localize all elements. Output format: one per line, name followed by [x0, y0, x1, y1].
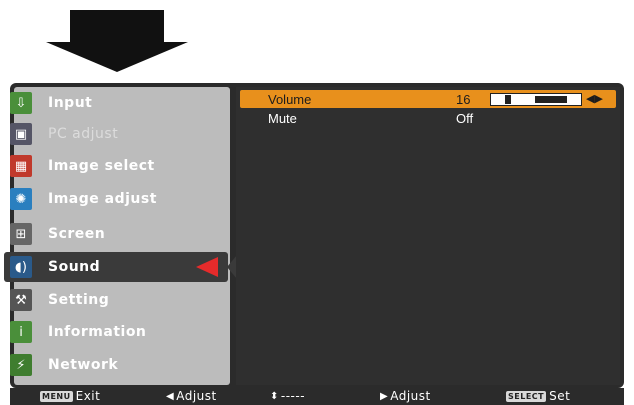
sidebar-item-information[interactable]: i Information: [4, 317, 228, 347]
sidebar-item-label: Screen: [48, 226, 106, 242]
volume-label: Volume: [268, 91, 312, 107]
sidebar-item-label: Setting: [48, 292, 110, 308]
sidebar-item-screen[interactable]: ⊞ Screen: [4, 219, 228, 249]
input-icon: ⇩: [10, 92, 32, 114]
menu-key-icon: MENU: [40, 390, 73, 402]
left-right-arrows-icon: ◀▶: [586, 93, 603, 105]
volume-row[interactable]: Volume 16 ◀▶: [240, 90, 616, 108]
sidebar-item-pc-adjust[interactable]: ▣ PC adjust: [4, 119, 228, 149]
sidebar-item-label: Input: [48, 95, 93, 111]
down-arrow-indicator: [46, 10, 188, 72]
sidebar-item-input[interactable]: ⇩ Input: [4, 88, 228, 118]
mute-value: Off: [456, 110, 474, 126]
footer-exit-label: Exit: [75, 389, 101, 403]
information-icon: i: [10, 321, 32, 343]
sidebar-item-image-adjust[interactable]: ✺ Image adjust: [4, 184, 228, 214]
footer-help-bar: MENU Exit ◀ Adjust ⬍ ----- ▶ Adjust SELE…: [10, 388, 624, 405]
footer-adjust-right: ▶ Adjust: [380, 389, 431, 403]
sidebar-item-label: Image select: [48, 158, 155, 174]
sidebar-item-label: Network: [48, 357, 119, 373]
footer-exit: MENU Exit: [40, 389, 100, 403]
sidebar-item-label: Image adjust: [48, 191, 157, 207]
arrow-head: [46, 42, 188, 72]
sidebar-item-network[interactable]: ⚡ Network: [4, 350, 228, 380]
left-arrow-icon: ◀: [166, 390, 175, 402]
right-arrow-icon: ▶: [380, 390, 389, 402]
select-key-icon: SELECT: [506, 390, 547, 402]
screen-icon: ⊞: [10, 223, 32, 245]
network-icon: ⚡: [10, 354, 32, 376]
image-select-icon: ▦: [10, 155, 32, 177]
footer-adjust-left: ◀ Adjust: [166, 389, 217, 403]
sidebar-item-label: PC adjust: [48, 126, 119, 142]
sidebar-item-label: Information: [48, 324, 147, 340]
mute-row[interactable]: Mute Off: [240, 109, 616, 127]
footer-updown-label: -----: [280, 389, 306, 403]
volume-value: 16: [456, 91, 471, 107]
sidebar-item-sound[interactable]: ◖) Sound: [4, 252, 228, 282]
footer-updown: ⬍ -----: [270, 389, 305, 403]
up-down-arrow-icon: ⬍: [270, 390, 279, 402]
footer-set-label: Set: [549, 389, 571, 403]
image-adjust-icon: ✺: [10, 188, 32, 210]
sidebar-item-image-select[interactable]: ▦ Image select: [4, 151, 228, 181]
footer-adjust-right-label: Adjust: [390, 389, 431, 403]
sidebar-item-setting[interactable]: ⚒ Setting: [4, 285, 228, 315]
footer-adjust-left-label: Adjust: [176, 389, 217, 403]
pc-adjust-icon: ▣: [10, 123, 32, 145]
sound-settings-panel: Volume 16 ◀▶ Mute Off: [236, 87, 620, 385]
volume-slider[interactable]: [490, 93, 582, 106]
setting-icon: ⚒: [10, 289, 32, 311]
volume-slider-thumb[interactable]: [505, 95, 511, 104]
volume-slider-fill: [535, 96, 567, 103]
sound-icon: ◖): [10, 256, 32, 278]
arrow-shaft: [70, 10, 164, 42]
mute-label: Mute: [268, 110, 297, 126]
active-item-pointer: [196, 257, 218, 277]
footer-set: SELECT Set: [506, 389, 570, 403]
sidebar-item-label: Sound: [48, 259, 101, 275]
